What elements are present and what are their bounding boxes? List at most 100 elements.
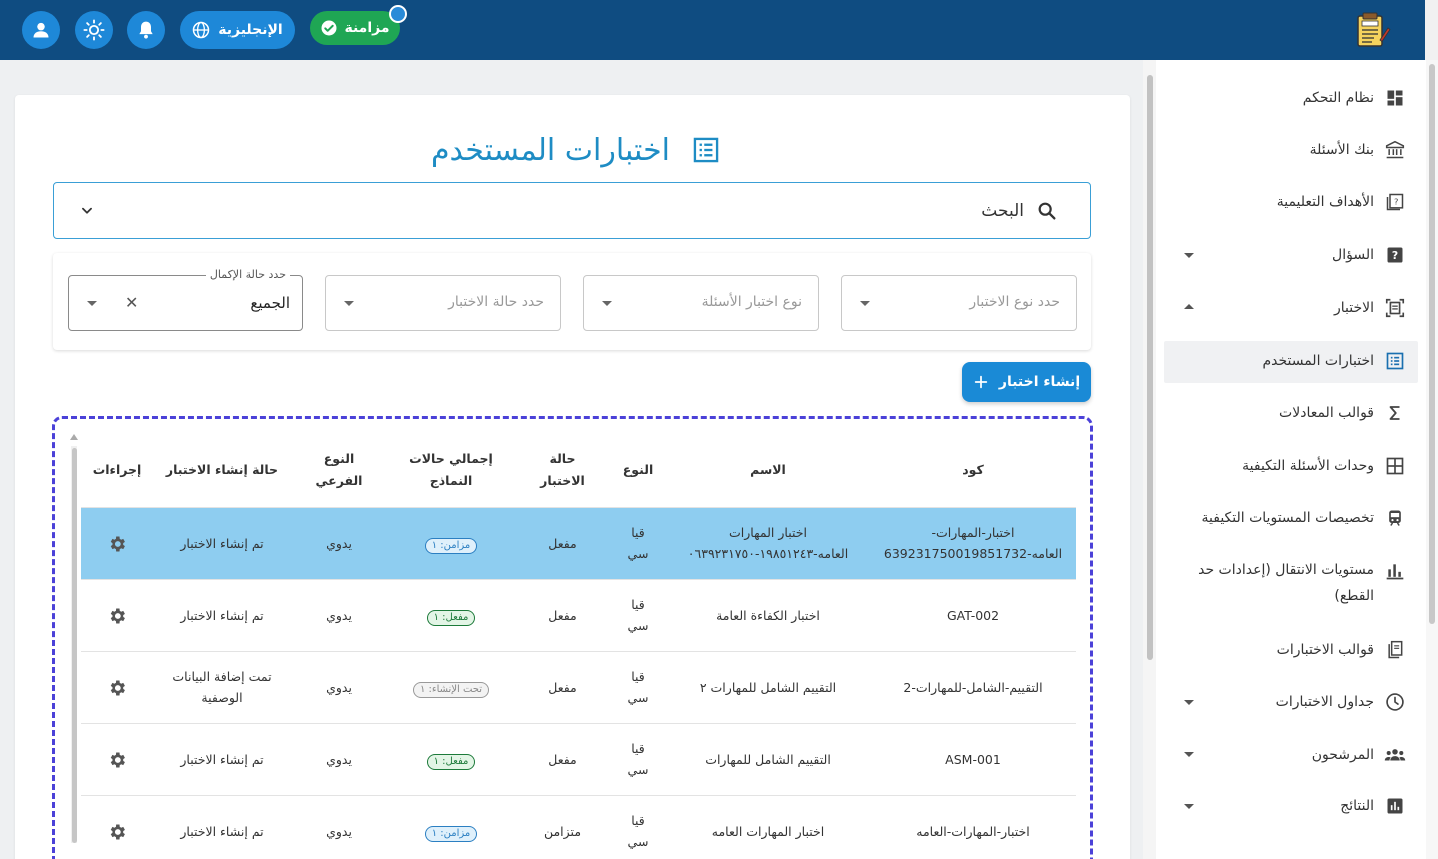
sidebar-item-exam-templates[interactable]: قوالب الاختبارات [1277, 635, 1406, 665]
sidebar-item-label: المرشحون [1311, 747, 1374, 763]
sidebar-item-exam[interactable]: الاختبار [1334, 293, 1406, 323]
gear-icon[interactable] [107, 534, 127, 554]
status-badge: تحت الإنشاء: ١ [412, 681, 490, 698]
sidebar-results-expand-caret[interactable] [1184, 804, 1194, 809]
table-row[interactable]: اختبار-المهارات-العامه اختبار المهارات ال… [81, 794, 1076, 859]
page-scroll-thumb[interactable] [1429, 64, 1435, 624]
cell-subtype: يدوي [291, 578, 387, 651]
question-type-select[interactable]: نوع اختبار الأسئلة [583, 275, 819, 331]
clock-icon [1386, 693, 1404, 711]
cell-actions [81, 506, 153, 579]
cell-line: تم إنشاء الاختبار [180, 535, 264, 551]
sidebar-item-label: جداول الاختبارات [1275, 694, 1374, 710]
cell-model-states: مفعل: ١ [387, 722, 515, 795]
sidebar-item-label: مستويات الانتقال (إعدادات حد [1198, 562, 1374, 578]
sidebar-item-label: تخصيصات المستويات التكيفية [1201, 510, 1374, 526]
cell-code: GAT-002 [870, 578, 1076, 651]
col-header-name[interactable]: الاسم [666, 434, 870, 507]
filters-panel: حدد نوع الاختبار نوع اختبار الأسئلة حدد … [53, 253, 1091, 350]
book-question-icon: ? [1386, 193, 1404, 211]
col-header-model-states[interactable]: إجمالي حالات النماذج [387, 434, 515, 507]
col-header-subtype[interactable]: النوع الفرعي [291, 434, 387, 507]
sidebar-schedules-expand-caret[interactable] [1184, 700, 1194, 705]
cell-line: اختبار المهارات العامه [711, 823, 825, 839]
check-circle-icon [321, 20, 337, 36]
sidebar-item-learning-objectives[interactable]: ? الأهداف التعليمية [1277, 187, 1406, 217]
svg-text:?: ? [1394, 197, 1398, 207]
sidebar-question-expand-caret[interactable] [1184, 253, 1194, 258]
exam-state-select[interactable]: حدد حالة الاختبار [325, 275, 561, 331]
cell-line: GAT-002 [946, 607, 1000, 623]
cell-line: سي [627, 834, 649, 850]
sidebar-item-question[interactable]: ? السؤال [1332, 240, 1406, 270]
sidebar-item-user-exams[interactable]: اختبارات المستخدم [1262, 346, 1406, 376]
grid-icon [1386, 457, 1404, 475]
create-exam-label: إنشاء اختبار [998, 374, 1081, 390]
cell-creation-state: تم إنشاء الاختبار [153, 578, 291, 651]
header-line: النوع [323, 451, 355, 467]
exam-type-select[interactable]: حدد نوع الاختبار [841, 275, 1077, 331]
sidebar-candidates-expand-caret[interactable] [1184, 752, 1194, 757]
table-header-row: كود الاسم النوع حالة الاختبار إجمالي حالا… [81, 434, 1076, 507]
sidebar-item-transition-levels[interactable]: مستويات الانتقال (إعدادات حد القطع) [1198, 557, 1406, 607]
col-header-type[interactable]: النوع [610, 434, 666, 507]
notifications-button[interactable] [127, 11, 165, 49]
gear-icon[interactable] [107, 822, 127, 842]
language-button[interactable]: الإنجليزية [180, 11, 295, 49]
cell-line: تمت إضافة البيانات [172, 669, 272, 684]
clear-icon[interactable]: ✕ [125, 293, 138, 312]
exam-logo-icon[interactable] [1352, 10, 1392, 50]
exam-scan-icon [1385, 298, 1405, 318]
cell-type: قيا سي [610, 794, 666, 859]
theme-toggle-button[interactable] [75, 11, 113, 49]
cell-exam-state: مفعل [515, 578, 610, 651]
table-row[interactable]: ASM-001 التقييم الشامل للمهارات قيا سي مفعل م… [81, 722, 1076, 795]
cell-code: التقييم-الشامل-للمهارات-2 [870, 650, 1076, 723]
table-row[interactable]: اختبار-المهارات- العامه-63923175001985173… [81, 506, 1076, 579]
chevron-down-icon[interactable] [80, 204, 94, 218]
cell-line: اختبار-المهارات-العامه [916, 823, 1030, 839]
question-icon: ? [1387, 247, 1403, 263]
cell-line: سي [627, 546, 649, 561]
sidebar-item-exam-schedules[interactable]: جداول الاختبارات [1276, 687, 1406, 717]
exam-state-placeholder: حدد حالة الاختبار [448, 294, 544, 310]
gear-icon[interactable] [107, 606, 127, 626]
cell-line: التقييم الشامل للمهارات [705, 751, 831, 767]
sidebar-item-candidates[interactable]: المرشحون [1312, 740, 1406, 770]
create-exam-button[interactable]: إنشاء اختبار [962, 362, 1091, 402]
sidebar-item-dashboard[interactable]: نظام التحكم [1303, 83, 1406, 113]
language-label: الإنجليزية [218, 22, 283, 38]
search-accordion[interactable]: البحث [53, 182, 1091, 239]
col-header-code[interactable]: كود [870, 434, 1076, 507]
col-header-creation-state[interactable]: حالة إنشاء الاختبار [153, 434, 291, 507]
col-header-actions: إجراءات [92, 462, 142, 478]
sidebar-item-results[interactable]: النتائج [1340, 791, 1406, 821]
cell-name: التقييم الشامل للمهارات ٢ [666, 650, 870, 723]
sidebar-item-question-bank[interactable]: بنك الأسئلة [1310, 135, 1406, 165]
completion-state-select[interactable]: حدد حالة الإكمال الجميع ✕ [68, 268, 303, 331]
sidebar-exam-collapse-caret[interactable] [1184, 304, 1194, 309]
sidebar-item-adaptive-units[interactable]: وحدات الأسئلة التكيفية [1242, 451, 1406, 481]
table-row[interactable]: GAT-002 اختبار الكفاءة العامة قيا سي مفعل مفع… [81, 578, 1076, 651]
question-type-placeholder: نوع اختبار الأسئلة [701, 294, 802, 310]
cell-exam-state: مفعل [515, 650, 610, 723]
col-header-exam-state[interactable]: حالة الاختبار [515, 434, 610, 507]
sidebar-scroll-thumb[interactable] [1147, 75, 1153, 660]
table-scroll-up-arrow[interactable] [70, 434, 78, 440]
cell-name: اختبار الكفاءة العامة [666, 578, 870, 651]
sidebar-item-adaptive-level-customizations[interactable]: تخصيصات المستويات التكيفية [1202, 503, 1406, 533]
sidebar-item-formula-templates[interactable]: قوالب المعادلات [1279, 398, 1406, 428]
header-line: إجمالي حالات [409, 451, 493, 467]
top-scroll-strip [1425, 0, 1438, 60]
cell-subtype: يدوي [291, 794, 387, 859]
sync-button[interactable]: مزامنة [310, 11, 400, 45]
cell-line: سي [627, 690, 649, 705]
user-button[interactable] [22, 11, 60, 49]
table-scroll-thumb[interactable] [72, 448, 77, 843]
table-row[interactable]: التقييم-الشامل-للمهارات-2 التقييم الشامل … [81, 650, 1076, 723]
header-line: النماذج [429, 473, 473, 489]
bank-icon [1385, 140, 1405, 159]
gear-icon[interactable] [107, 750, 127, 770]
sun-icon [83, 19, 105, 41]
gear-icon[interactable] [107, 678, 127, 698]
